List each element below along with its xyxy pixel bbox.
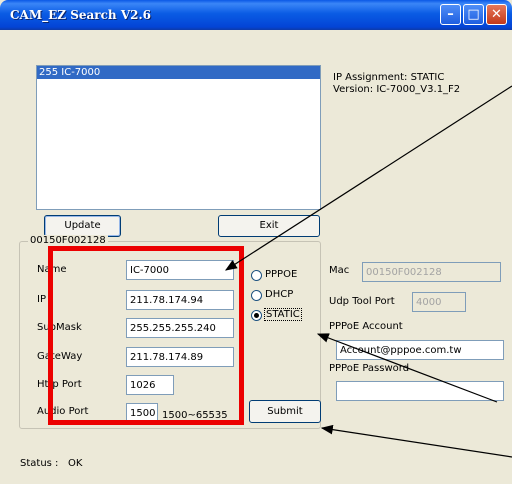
annotation-arrow-fields (224, 85, 512, 271)
annotation-arrow-submit (320, 424, 512, 458)
annotation-arrows (224, 85, 512, 458)
annotation-arrow-static (316, 333, 498, 403)
